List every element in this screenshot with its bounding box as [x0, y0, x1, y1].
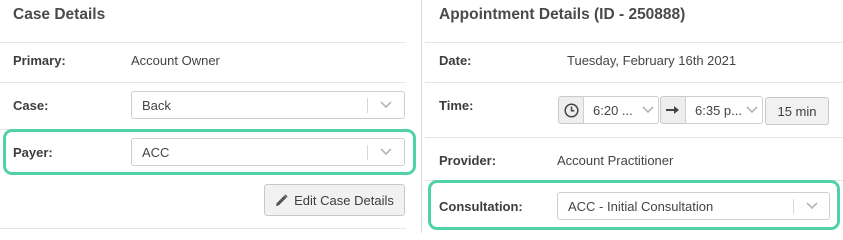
- payer-select[interactable]: ACC: [131, 138, 405, 166]
- time-label: Time:: [439, 98, 474, 113]
- appointment-details-title: Appointment Details (ID - 250888): [439, 6, 686, 23]
- panel-divider: [421, 0, 422, 233]
- arrow-right-icon: [666, 106, 679, 114]
- case-select[interactable]: Back: [131, 91, 405, 119]
- chevron-down-icon[interactable]: [380, 147, 392, 157]
- chevron-down-icon[interactable]: [806, 201, 818, 211]
- divider-line: [425, 137, 843, 138]
- chevron-down-icon[interactable]: [746, 105, 758, 115]
- select-separator: [367, 145, 368, 160]
- select-separator: [367, 98, 368, 113]
- case-details-panel: Case Details Primary: Account Owner Case…: [0, 0, 418, 233]
- clock-icon: [563, 102, 579, 118]
- pencil-icon: [276, 193, 288, 206]
- date-value: Tuesday, February 16th 2021: [567, 53, 737, 68]
- case-details-title: Case Details: [13, 6, 106, 23]
- select-separator: [793, 199, 794, 214]
- payer-select-value: ACC: [142, 145, 170, 160]
- chevron-down-icon[interactable]: [642, 105, 654, 115]
- clock-icon-box: [558, 96, 584, 124]
- duration-value: 15 min: [777, 103, 817, 119]
- start-time-value: 6:20 ...: [593, 103, 633, 118]
- payer-label: Payer:: [13, 145, 53, 160]
- consultation-select-value: ACC - Initial Consultation: [568, 199, 714, 214]
- consultation-select[interactable]: ACC - Initial Consultation: [557, 192, 830, 220]
- appointment-details-panel: Appointment Details (ID - 250888) Date: …: [425, 0, 843, 233]
- case-select-value: Back: [142, 98, 171, 113]
- provider-value: Account Practitioner: [557, 153, 674, 168]
- provider-label: Provider:: [439, 153, 497, 168]
- divider-line: [0, 228, 406, 229]
- divider-line: [425, 42, 843, 43]
- consultation-label: Consultation:: [439, 199, 523, 214]
- primary-value: Account Owner: [131, 53, 220, 68]
- date-label: Date:: [439, 53, 472, 68]
- chevron-down-icon[interactable]: [380, 100, 392, 110]
- arrow-icon-box: [660, 96, 686, 124]
- divider-line: [425, 82, 843, 83]
- divider-line: [0, 82, 406, 83]
- primary-label: Primary:: [13, 53, 66, 68]
- start-time-select[interactable]: 6:20 ...: [583, 96, 659, 124]
- edit-case-details-button[interactable]: Edit Case Details: [264, 184, 405, 216]
- duration-button[interactable]: 15 min: [765, 97, 829, 125]
- end-time-select[interactable]: 6:35 p...: [685, 96, 763, 124]
- divider-line: [0, 42, 406, 43]
- case-label: Case:: [13, 98, 49, 113]
- edit-case-details-label: Edit Case Details: [294, 192, 394, 208]
- end-time-value: 6:35 p...: [695, 103, 742, 118]
